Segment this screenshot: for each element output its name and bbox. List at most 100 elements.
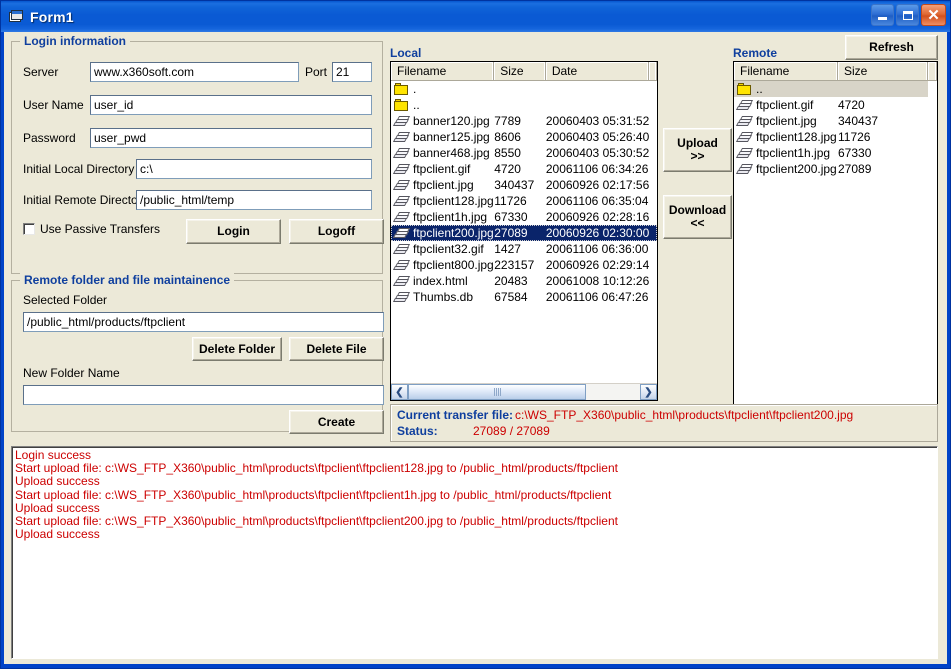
local-column-filename[interactable]: Filename (391, 62, 495, 80)
local-column-size[interactable]: Size (494, 62, 546, 80)
chevron-right-icon[interactable]: ❯ (640, 384, 657, 400)
remote-column-filename[interactable]: Filename (734, 62, 838, 80)
local-row-date: 20060403 05:26:40 (545, 130, 650, 144)
local-list-header: Filename Size Date (391, 62, 657, 81)
table-row[interactable]: ftpclient200.jpg 27089 (734, 161, 937, 177)
close-button[interactable]: ✕ (921, 4, 946, 26)
chevron-left-icon[interactable]: ❮ (391, 384, 408, 400)
form-icon (7, 8, 25, 26)
use-passive-transfers-checkbox[interactable]: Use Passive Transfers (23, 222, 160, 236)
table-row[interactable]: banner125.jpg 8606 20060403 05:26:40 (391, 129, 657, 145)
remote-column-size[interactable]: Size (838, 62, 928, 80)
table-row[interactable]: ftpclient32.gif 1427 20061106 06:36:00 (391, 241, 657, 257)
local-row-filename: ftpclient32.gif (391, 242, 494, 256)
create-button[interactable]: Create (289, 410, 384, 434)
filename-text: ftpclient.gif (756, 98, 814, 112)
local-list-body: ... banner120.jpg 7789 20060403 05:31:52 ban… (391, 81, 657, 305)
initial-local-directory-label: Initial Local Directory (23, 162, 135, 176)
table-row[interactable]: Thumbs.db 67584 20061106 06:47:26 (391, 289, 657, 305)
table-row[interactable]: index.html 20483 20061008 10:12:26 (391, 273, 657, 289)
window-controls: ✕ (871, 4, 946, 26)
delete-file-button[interactable]: Delete File (289, 337, 384, 361)
port-label: Port (305, 65, 328, 79)
table-row[interactable]: ftpclient1h.jpg 67330 (734, 145, 937, 161)
local-row-size: 4720 (494, 162, 521, 176)
password-input[interactable]: user_pwd (90, 128, 372, 148)
local-row-date: 20061106 06:35:04 (545, 194, 649, 208)
application-window: Form1 ✕ Login information Server www.x36… (0, 0, 951, 669)
thumb-grip (493, 388, 501, 396)
minimize-icon (878, 17, 887, 20)
local-column-spacer (649, 62, 657, 80)
table-row[interactable]: ftpclient1h.jpg 67330 20060926 02:28:16 (391, 209, 657, 225)
filename-text: ftpclient.jpg (756, 114, 817, 128)
filename-text: ftpclient1h.jpg (413, 210, 488, 224)
table-row[interactable]: .. (734, 81, 928, 97)
local-row-date: 20060926 02:17:56 (545, 178, 650, 192)
table-row[interactable]: ftpclient.jpg 340437 (734, 113, 937, 129)
filename-text: ftpclient200.jpg (413, 226, 494, 240)
local-row-filename: index.html (391, 274, 494, 288)
file-icon (392, 210, 411, 224)
local-row-filename: ftpclient.jpg (391, 178, 494, 192)
file-icon (735, 162, 754, 176)
minimize-button[interactable] (871, 4, 894, 26)
local-row-filename: Thumbs.db (391, 290, 494, 304)
hscroll-thumb[interactable] (408, 384, 586, 400)
local-row-filename: banner120.jpg (391, 114, 494, 128)
hscroll-track[interactable] (408, 384, 640, 400)
maximize-button[interactable] (896, 4, 919, 26)
logoff-button[interactable]: Logoff (289, 219, 384, 244)
initial-local-directory-input[interactable]: c:\ (136, 159, 372, 179)
initial-remote-directory-label: Initial Remote Directory (23, 193, 148, 207)
local-column-date[interactable]: Date (545, 62, 649, 80)
new-folder-name-input[interactable] (23, 385, 384, 405)
server-input[interactable]: www.x360soft.com (90, 62, 299, 82)
refresh-button[interactable]: Refresh (845, 35, 938, 60)
local-row-filename: ftpclient200.jpg (391, 226, 494, 240)
login-button[interactable]: Login (186, 219, 281, 244)
local-row-date: 20061106 06:47:26 (545, 290, 649, 304)
download-button[interactable]: Download << (663, 195, 732, 239)
local-row-date: 20060926 02:30:00 (545, 226, 650, 240)
table-row[interactable]: ftpclient128.jpg 11726 20061106 06:35:04 (391, 193, 657, 209)
table-row[interactable]: banner120.jpg 7789 20060403 05:31:52 (391, 113, 657, 129)
table-row[interactable]: .. (391, 97, 657, 113)
local-row-size: 20483 (494, 274, 528, 288)
selected-folder-input[interactable]: /public_html/products/ftpclient (23, 312, 384, 332)
filename-text: .. (413, 98, 420, 112)
table-row[interactable]: ftpclient200.jpg 27089 20060926 02:30:00 (391, 225, 657, 241)
local-file-list[interactable]: Filename Size Date ... banner120.jpg 7789 2… (390, 61, 658, 401)
port-input[interactable]: 21 (332, 62, 372, 82)
table-row[interactable]: . (391, 81, 657, 97)
initial-remote-directory-input[interactable]: /public_html/temp (136, 190, 372, 210)
table-row[interactable]: ftpclient128.jpg 11726 (734, 129, 937, 145)
log-line: Start upload file: c:\WS_FTP_X360\public… (15, 487, 612, 502)
activity-log[interactable]: Login success Start upload file: c:\WS_FT… (11, 446, 938, 659)
status-label: Status: (397, 424, 438, 438)
folder-icon (394, 82, 410, 96)
file-icon (392, 258, 411, 272)
close-icon: ✕ (927, 6, 940, 24)
title-bar[interactable]: Form1 ✕ (1, 1, 950, 32)
table-row[interactable]: ftpclient.jpg 340437 20060926 02:17:56 (391, 177, 657, 193)
remote-row-filename: ftpclient1h.jpg (734, 146, 838, 160)
log-line: Start upload file: c:\WS_FTP_X360\public… (15, 514, 618, 529)
local-row-size: 223157 (494, 258, 535, 272)
table-row[interactable]: ftpclient.gif 4720 20061106 06:34:26 (391, 161, 657, 177)
transfer-status-panel: Current transfer file: c:\WS_FTP_X360\pu… (390, 404, 938, 442)
table-row[interactable]: banner468.jpg 8550 20060403 05:30:52 (391, 145, 657, 161)
local-list-hscrollbar[interactable]: ❮ ❯ (391, 383, 657, 400)
file-icon (735, 114, 754, 128)
upload-button[interactable]: Upload >> (663, 128, 732, 172)
filename-text: banner125.jpg (413, 130, 490, 144)
filename-text: ftpclient.jpg (413, 178, 474, 192)
log-lines: Login success Start upload file: c:\WS_FT… (15, 448, 934, 541)
username-input[interactable]: user_id (90, 95, 372, 115)
log-line: Start upload file: c:\WS_FTP_X360\public… (15, 461, 618, 476)
remote-file-list[interactable]: Filename Size .. ftpclient.gif 4720 ftpclie… (733, 61, 938, 421)
delete-folder-button[interactable]: Delete Folder (192, 337, 282, 361)
table-row[interactable]: ftpclient.gif 4720 (734, 97, 937, 113)
table-row[interactable]: ftpclient800.jpg 223157 20060926 02:29:14 (391, 257, 657, 273)
local-row-date: 20061106 06:36:00 (545, 242, 649, 256)
